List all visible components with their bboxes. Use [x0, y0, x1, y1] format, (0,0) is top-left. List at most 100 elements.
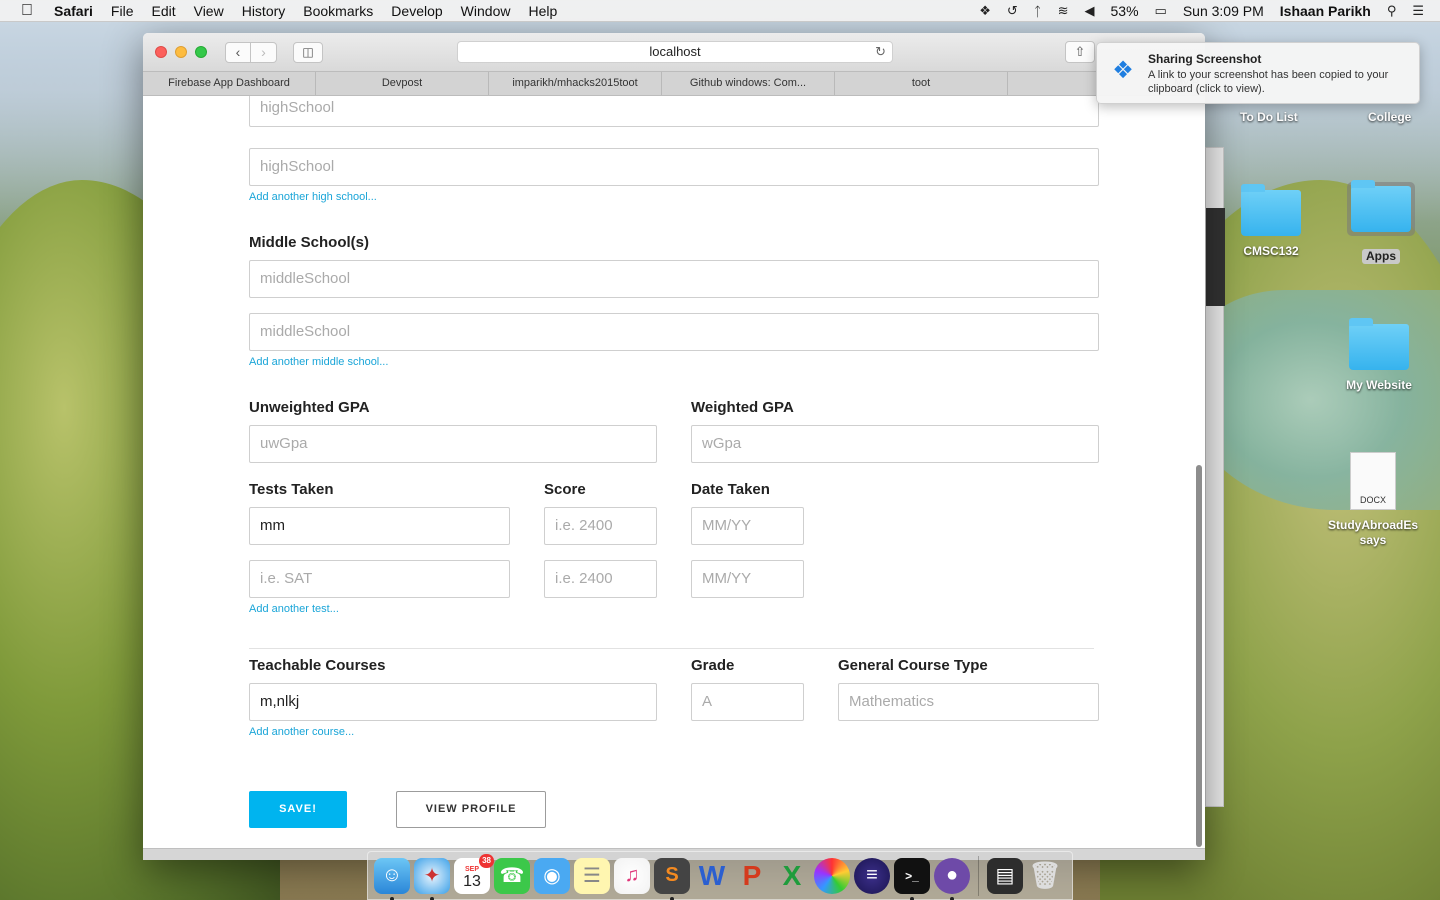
share-button[interactable]: ⇧: [1065, 41, 1095, 63]
menu-view[interactable]: View: [194, 3, 224, 19]
minimize-window-button[interactable]: [175, 46, 187, 58]
facetime-icon[interactable]: ☎: [494, 857, 530, 894]
test-date-input-2[interactable]: MM/YY: [691, 560, 804, 598]
safari-icon[interactable]: ✦: [414, 857, 450, 900]
notes-icon[interactable]: ☰: [574, 857, 610, 894]
add-middle-school-link[interactable]: Add another middle school...: [249, 356, 388, 368]
notification-center-icon[interactable]: ☰: [1412, 3, 1424, 19]
battery-icon[interactable]: ▭: [1155, 3, 1167, 19]
calendar-badge: 38: [479, 853, 494, 868]
test-score-input-1[interactable]: i.e. 2400: [544, 507, 657, 545]
tab-devpost[interactable]: Devpost: [316, 72, 489, 95]
bluetooth-icon[interactable]: ᛏ: [1034, 4, 1042, 19]
github-icon[interactable]: ●: [934, 857, 970, 900]
calendar-icon[interactable]: SEP 13 38: [454, 853, 494, 894]
running-indicator: [670, 896, 674, 900]
itunes-icon[interactable]: ♫: [614, 857, 650, 894]
desktop-icon-label: My Website: [1346, 378, 1412, 392]
test-name-input-2[interactable]: i.e. SAT: [249, 560, 510, 598]
tab-github-repo[interactable]: imparikh/mhacks2015toot: [489, 72, 662, 95]
add-high-school-link[interactable]: Add another high school...: [249, 191, 377, 203]
desktop-folder-apps[interactable]: Apps: [1333, 180, 1429, 265]
word-icon[interactable]: W: [694, 858, 730, 894]
time-machine-icon[interactable]: ↺: [1007, 3, 1018, 19]
volume-icon[interactable]: ◀: [1085, 3, 1095, 19]
desktop-label-college[interactable]: College: [1368, 110, 1411, 124]
selection-highlight: [1347, 180, 1415, 236]
desktop-icon-label: StudyAbroadEssays: [1327, 518, 1418, 547]
sidebar-toggle-button[interactable]: ◫: [293, 41, 323, 63]
dropbox-notification[interactable]: ❖ Sharing Screenshot A link to your scre…: [1096, 42, 1420, 104]
wifi-icon[interactable]: ≋: [1058, 3, 1069, 19]
grade-input[interactable]: A: [691, 683, 804, 721]
close-window-button[interactable]: [155, 46, 167, 58]
docx-file-icon: DOCX: [1350, 452, 1396, 510]
powerpoint-icon[interactable]: P: [734, 858, 770, 894]
sublime-text-icon[interactable]: S: [654, 857, 690, 900]
add-test-link[interactable]: Add another test...: [249, 603, 339, 615]
vertical-scrollbar[interactable]: [1196, 465, 1202, 847]
score-label: Score: [544, 481, 586, 498]
address-bar[interactable]: localhost ↻: [457, 41, 893, 63]
test-date-input-1[interactable]: MM/YY: [691, 507, 804, 545]
middle-school-input-1[interactable]: middleSchool: [249, 260, 1099, 298]
desktop-file-study-abroad[interactable]: DOCX StudyAbroadEssays: [1325, 452, 1421, 548]
high-school-input-2[interactable]: highSchool: [249, 148, 1099, 186]
menu-clock[interactable]: Sun 3:09 PM: [1183, 3, 1264, 19]
menu-window[interactable]: Window: [461, 3, 511, 19]
eclipse-icon[interactable]: ≡: [854, 857, 890, 894]
trash-icon[interactable]: 🗑: [1027, 858, 1063, 894]
page-content: highSchool highSchool Add another high s…: [143, 96, 1205, 848]
messages-icon[interactable]: ◉: [534, 857, 570, 894]
navigation-buttons: ‹ ›: [225, 41, 277, 63]
reload-icon[interactable]: ↻: [875, 42, 886, 62]
notification-title: Sharing Screenshot: [1148, 52, 1262, 66]
view-profile-button[interactable]: VIEW PROFILE: [396, 791, 546, 828]
excel-icon[interactable]: X: [774, 858, 810, 894]
folder-icon: [1349, 318, 1409, 370]
finder-icon[interactable]: ☺: [374, 857, 410, 900]
course-type-input[interactable]: Mathematics: [838, 683, 1099, 721]
chevron-right-icon: ›: [261, 43, 266, 60]
forward-button[interactable]: ›: [251, 41, 277, 63]
menu-history[interactable]: History: [242, 3, 286, 19]
desktop-label-todo[interactable]: To Do List: [1240, 110, 1298, 124]
menu-app-name[interactable]: Safari: [54, 3, 93, 19]
tab-toot[interactable]: toot: [835, 72, 1008, 95]
course-name-input[interactable]: m,nlkj: [249, 683, 657, 721]
dropbox-icon[interactable]: ❖: [979, 3, 991, 19]
browser-toolbar: ‹ › ◫ localhost ↻ ⇧: [143, 33, 1205, 71]
battery-percent[interactable]: 53%: [1111, 3, 1139, 19]
menu-file[interactable]: File: [111, 3, 134, 19]
back-button[interactable]: ‹: [225, 41, 251, 63]
zoom-window-button[interactable]: [195, 46, 207, 58]
grade-label: Grade: [691, 657, 735, 674]
desktop-icon-label: CMSC132: [1243, 244, 1299, 258]
test-score-input-2[interactable]: i.e. 2400: [544, 560, 657, 598]
high-school-input-1[interactable]: highSchool: [249, 96, 1099, 127]
menu-help[interactable]: Help: [528, 3, 557, 19]
spotlight-search-icon[interactable]: ⚲: [1387, 3, 1397, 19]
unweighted-gpa-input[interactable]: uwGpa: [249, 425, 657, 463]
running-indicator: [950, 896, 954, 900]
weighted-gpa-input[interactable]: wGpa: [691, 425, 1099, 463]
add-course-link[interactable]: Add another course...: [249, 726, 354, 738]
tab-bar: Firebase App Dashboard Devpost imparikh/…: [143, 71, 1205, 96]
menu-bookmarks[interactable]: Bookmarks: [303, 3, 373, 19]
tab-firebase[interactable]: Firebase App Dashboard: [143, 72, 316, 95]
activity-monitor-icon[interactable]: ▤: [987, 857, 1023, 894]
menu-user[interactable]: Ishaan Parikh: [1280, 3, 1371, 19]
apple-menu-icon[interactable]: : [0, 2, 54, 20]
photos-icon[interactable]: [814, 857, 850, 894]
desktop-folder-my-website[interactable]: My Website: [1331, 318, 1427, 393]
tab-github-windows[interactable]: Github windows: Com...: [662, 72, 835, 95]
menu-develop[interactable]: Develop: [391, 3, 442, 19]
menu-edit[interactable]: Edit: [151, 3, 175, 19]
terminal-icon[interactable]: >_: [894, 857, 930, 900]
desktop-folder-cmsc132[interactable]: CMSC132: [1223, 184, 1319, 259]
chevron-left-icon: ‹: [235, 43, 241, 60]
save-button[interactable]: SAVE!: [249, 791, 347, 828]
middle-school-input-2[interactable]: middleSchool: [249, 313, 1099, 351]
test-name-input-1[interactable]: mm: [249, 507, 510, 545]
dropbox-icon: ❖: [1112, 57, 1134, 84]
